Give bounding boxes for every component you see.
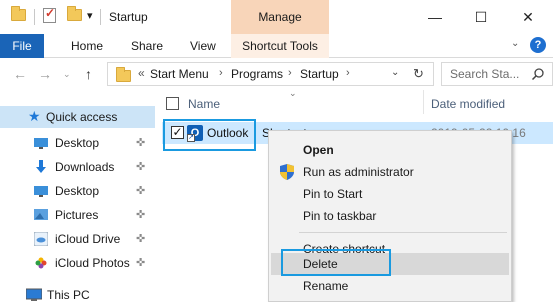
- sidebar-item-icloud-drive[interactable]: iCloud Drive ✜: [0, 228, 155, 250]
- tab-share[interactable]: Share: [131, 39, 163, 53]
- divider: [100, 9, 101, 25]
- shield-icon: [280, 164, 294, 180]
- sidebar-item-label: Desktop: [55, 184, 100, 198]
- highlight-box: [281, 249, 391, 276]
- navigation-pane: ★ Quick access Desktop ✜ Downloads ✜ Des…: [0, 90, 155, 302]
- chevron-right-icon[interactable]: ›: [288, 67, 292, 79]
- sidebar-item-label: Desktop: [55, 136, 100, 150]
- select-all-checkbox[interactable]: [166, 97, 179, 110]
- folder-icon[interactable]: [11, 6, 26, 21]
- ribbon-tabs: File Home Share View Shortcut Tools ⌄ ?: [0, 34, 553, 58]
- menu-item-label: Pin to Start: [303, 187, 363, 201]
- sidebar-item-quick-access[interactable]: ★ Quick access: [0, 106, 155, 128]
- customize-toolbar-icon[interactable]: ▾: [87, 9, 93, 22]
- downloads-icon: [36, 160, 46, 173]
- divider: [34, 9, 35, 25]
- sidebar-item-label: iCloud Drive: [55, 232, 121, 246]
- tab-manage[interactable]: Manage: [231, 0, 329, 34]
- sort-chevron-icon: ⌄: [289, 88, 297, 98]
- desktop-icon: [34, 138, 48, 149]
- refresh-icon[interactable]: ↻: [413, 66, 424, 82]
- recent-locations-icon[interactable]: ⌄: [63, 69, 71, 80]
- maximize-button[interactable]: ☐: [458, 0, 504, 34]
- search-input[interactable]: [450, 67, 520, 81]
- icloud-photos-icon: [35, 257, 47, 269]
- column-divider[interactable]: [423, 90, 424, 114]
- chevron-right-icon[interactable]: ›: [219, 67, 223, 79]
- star-icon: ★: [28, 108, 41, 124]
- close-button[interactable]: ✕: [505, 0, 551, 34]
- sidebar-item-label: This PC: [47, 288, 90, 302]
- sidebar-item-pictures[interactable]: Pictures ✜: [0, 204, 155, 226]
- menu-item-label: Rename: [303, 279, 349, 293]
- sidebar-item-label: iCloud Photos: [55, 256, 130, 270]
- column-header-name[interactable]: Name: [188, 97, 220, 111]
- menu-item-pin-to-start[interactable]: Pin to Start: [271, 183, 509, 205]
- sidebar-item-desktop[interactable]: Desktop ✜: [0, 132, 155, 154]
- breadcrumb-startup[interactable]: Startup: [300, 67, 339, 81]
- tab-shortcut-tools[interactable]: Shortcut Tools: [231, 34, 329, 58]
- window-title: Startup: [109, 10, 148, 24]
- sidebar-item-downloads[interactable]: Downloads ✜: [0, 156, 155, 178]
- desktop-icon: [34, 186, 48, 197]
- menu-item-run-as-administrator[interactable]: Run as administrator: [271, 161, 509, 183]
- sidebar-item-label: Downloads: [55, 160, 115, 174]
- pin-icon[interactable]: ✜: [136, 160, 145, 173]
- back-arrow-icon[interactable]: ←: [13, 66, 27, 82]
- address-bar[interactable]: « Start Menu › Programs › Startup › ⌄ ↻: [107, 62, 434, 86]
- pin-icon[interactable]: ✜: [136, 136, 145, 149]
- forward-arrow-icon[interactable]: →: [38, 66, 52, 82]
- computer-icon: [26, 288, 42, 301]
- chevron-down-icon[interactable]: ⌄: [391, 67, 399, 78]
- help-icon[interactable]: ?: [530, 37, 546, 53]
- column-header-date-modified[interactable]: Date modified: [431, 97, 505, 111]
- title-bar: ▾ Startup Manage — ☐ ✕: [0, 0, 553, 34]
- breadcrumb-programs[interactable]: Programs: [231, 67, 283, 81]
- chevron-down-icon[interactable]: ⌄: [511, 38, 519, 49]
- search-icon[interactable]: [531, 67, 545, 81]
- menu-item-label: Open: [303, 143, 334, 157]
- menu-item-label: Pin to taskbar: [303, 209, 377, 223]
- breadcrumb-start-menu[interactable]: Start Menu: [150, 67, 209, 81]
- menu-item-pin-to-taskbar[interactable]: Pin to taskbar: [271, 205, 509, 227]
- pin-icon[interactable]: ✜: [136, 256, 145, 269]
- menu-item-open[interactable]: Open: [271, 139, 509, 161]
- menu-divider: [299, 232, 507, 233]
- tab-file[interactable]: File: [0, 34, 44, 58]
- sidebar-item-icloud-photos[interactable]: iCloud Photos ✜: [0, 252, 155, 274]
- icloud-icon: [34, 232, 48, 246]
- minimize-button[interactable]: —: [412, 0, 458, 34]
- context-menu: Open Run as administrator Pin to Start P…: [268, 130, 512, 302]
- pictures-icon: [34, 209, 48, 220]
- address-row: ← → ⌄ ↑ « Start Menu › Programs › Startu…: [0, 58, 553, 90]
- chevron-right-icon[interactable]: ›: [346, 67, 350, 79]
- menu-item-label: Run as administrator: [303, 165, 414, 179]
- sidebar-item-this-pc[interactable]: This PC: [0, 284, 155, 302]
- properties-icon[interactable]: [43, 6, 56, 23]
- sidebar-item-label: Pictures: [55, 208, 99, 222]
- tab-view[interactable]: View: [190, 39, 216, 53]
- pin-icon[interactable]: ✜: [136, 184, 145, 197]
- overflow-icon[interactable]: «: [138, 66, 145, 80]
- pin-icon[interactable]: ✜: [136, 208, 145, 221]
- pin-icon[interactable]: ✜: [136, 232, 145, 245]
- tab-home[interactable]: Home: [71, 39, 103, 53]
- folder-icon: [116, 67, 131, 82]
- sidebar-item-desktop[interactable]: Desktop ✜: [0, 180, 155, 202]
- search-box[interactable]: [441, 62, 553, 86]
- highlight-box: [163, 119, 256, 151]
- menu-item-rename[interactable]: Rename: [271, 275, 509, 297]
- up-arrow-icon[interactable]: ↑: [85, 66, 92, 82]
- new-folder-icon[interactable]: [67, 6, 82, 21]
- sidebar-item-label: Quick access: [46, 110, 118, 124]
